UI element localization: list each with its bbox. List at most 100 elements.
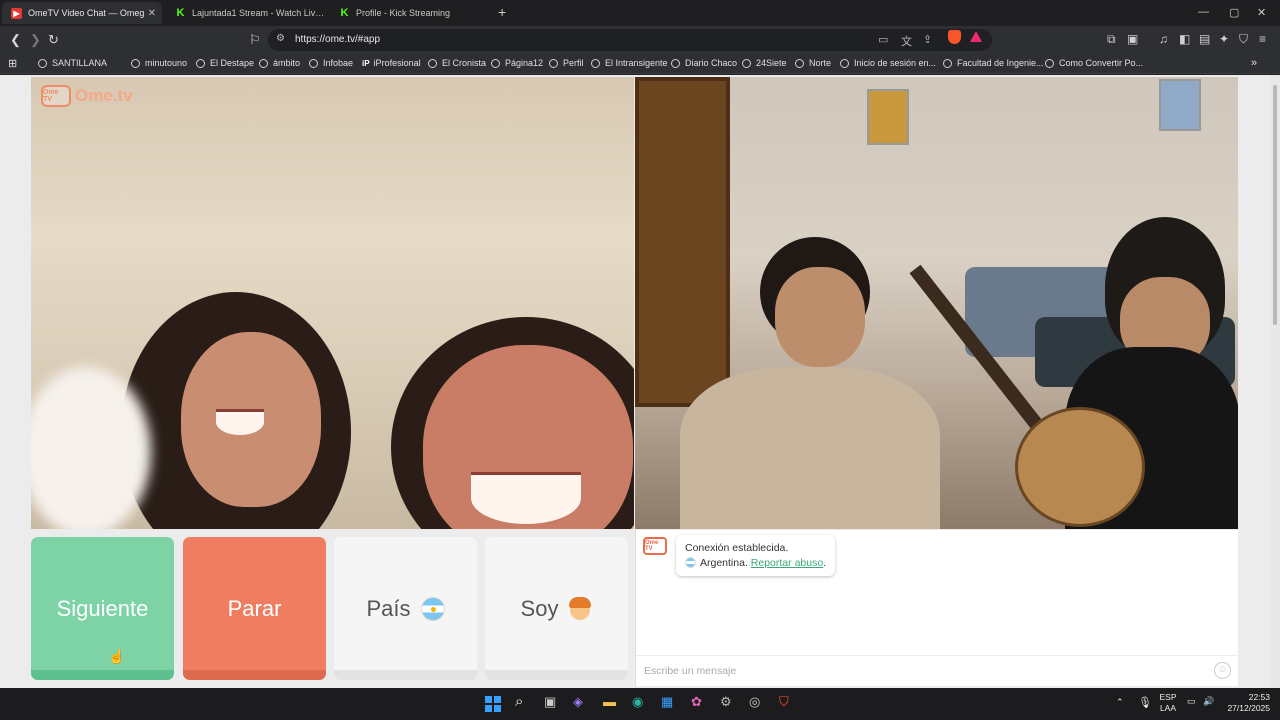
extensions-icon[interactable]: ⧉ <box>1107 32 1116 47</box>
language-code: ESP <box>1159 692 1177 702</box>
globe-icon <box>428 58 437 68</box>
globe-icon <box>742 58 751 68</box>
file-explorer-icon[interactable]: ▬ <box>603 694 616 709</box>
bookmark-diario-chaco[interactable]: Diario Chaco <box>671 58 737 68</box>
brave-rewards-icon[interactable] <box>970 31 982 42</box>
close-window-button[interactable]: ✕ <box>1257 6 1266 19</box>
tab-kick-profile[interactable]: K Profile - Kick Streaming <box>330 2 490 24</box>
ometv-favicon-icon: ▶ <box>11 7 22 19</box>
minimize-button[interactable]: — <box>1198 6 1209 18</box>
new-tab-button[interactable]: + <box>498 5 506 19</box>
globe-icon <box>671 58 680 68</box>
bookmark-el-intransigente[interactable]: El Intransigente <box>591 58 668 68</box>
bookmark-icon[interactable]: ⚐ <box>249 32 261 48</box>
button-shade <box>31 670 174 680</box>
steam-icon[interactable]: ◎ <box>749 694 760 710</box>
logo-text: Ome.tv <box>75 86 133 105</box>
brave-shields-icon[interactable] <box>948 30 961 44</box>
kick-favicon-icon: K <box>340 7 349 19</box>
settings-icon[interactable]: ⚙ <box>720 694 732 710</box>
emoji-icon[interactable]: ☺ <box>1214 662 1231 679</box>
bookmark-perfil[interactable]: Perfil <box>549 58 584 68</box>
show-hidden-icons[interactable]: ⌃ <box>1116 697 1124 708</box>
button-shade <box>183 670 326 680</box>
reload-icon[interactable]: ↻ <box>48 32 59 48</box>
report-suffix: . <box>823 557 827 569</box>
bookmark-iprofesional[interactable]: iP iProfesional <box>362 58 421 68</box>
scrollbar-thumb[interactable] <box>1273 85 1277 325</box>
gender-button-label: Soy <box>520 595 559 621</box>
bookmark-inicio-sesion[interactable]: Inicio de sesión en... <box>840 58 936 68</box>
video-figure <box>635 77 730 407</box>
ometv-tv-icon: Ome TV <box>41 85 71 107</box>
message-input[interactable]: Escribe un mensaje ☺ <box>636 655 1239 686</box>
task-view-icon[interactable]: ▣ <box>544 694 556 710</box>
leo-ai-icon[interactable]: ✦ <box>1219 32 1229 46</box>
translate-icon[interactable]: 文 <box>901 33 912 49</box>
address-bar[interactable]: ⚙ https://ome.tv/#app ▭ 文 ⇪ <box>268 29 992 51</box>
next-button[interactable]: Siguiente <box>31 537 174 680</box>
bookmarks-bar: ⊞ SANTILLANA minutouno El Destape ámbito… <box>0 54 1280 74</box>
bookmark-pagina12[interactable]: Página12 <box>491 58 543 68</box>
page-scrollbar[interactable] <box>1270 75 1280 688</box>
video-figure <box>216 409 264 435</box>
bookmark-facultad[interactable]: Facultad de Ingenie... <box>943 58 1044 68</box>
bookmark-como-convertir[interactable]: Como Convertir Po... <box>1045 58 1143 68</box>
back-icon[interactable]: ❮ <box>10 32 21 48</box>
kick-favicon-icon: K <box>176 7 185 19</box>
microphone-icon[interactable]: 🎙 <box>1138 696 1152 709</box>
cast-icon[interactable]: ▭ <box>878 33 888 46</box>
globe-icon <box>38 58 47 68</box>
mouse-cursor-icon: ☝ <box>108 648 126 664</box>
more-bookmarks-icon[interactable]: » <box>1251 57 1257 69</box>
bookmark-el-cronista[interactable]: El Cronista <box>428 58 486 68</box>
country-button[interactable]: País <box>334 537 477 680</box>
site-settings-icon[interactable]: ⚙ <box>276 33 285 44</box>
brave-taskbar-icon[interactable]: ⛉ <box>779 694 789 710</box>
clock-time: 22:53 <box>1248 692 1270 702</box>
clock-date: 27/12/2025 <box>1227 703 1270 713</box>
tab-label: Profile - Kick Streaming <box>356 8 451 18</box>
start-icon[interactable] <box>485 696 503 712</box>
browser-toolbar: ❮ ❯ ↻ ⚐ ⚙ https://ome.tv/#app ▭ 文 ⇪ ⧉ ▣ … <box>0 26 1280 54</box>
gender-button[interactable]: Soy <box>485 537 628 680</box>
bookmark-santillana[interactable]: SANTILLANA <box>38 58 107 68</box>
chat-panel: Ome TV Conexión establecida. Argentina. … <box>635 530 1239 686</box>
bookmark-el-destape[interactable]: El Destape <box>196 58 254 68</box>
report-abuse-link[interactable]: Reportar abuso <box>751 557 823 569</box>
sidebar-icon[interactable]: ◧ <box>1179 32 1190 46</box>
tab-label: Lajuntada1 Stream - Watch Live on K <box>192 8 326 18</box>
bookmark-24siete[interactable]: 24Siete <box>742 58 787 68</box>
stop-button[interactable]: Parar <box>183 537 326 680</box>
tab-close-icon[interactable]: ✕ <box>148 8 156 19</box>
clock[interactable]: 22:53 27/12/2025 <box>1220 692 1270 714</box>
app-icon[interactable]: ✿ <box>691 694 702 710</box>
globe-icon <box>259 58 268 68</box>
language-indicator[interactable]: ESP LAA <box>1158 692 1178 714</box>
wallet-icon[interactable]: ▣ <box>1127 32 1138 46</box>
network-icon[interactable]: ▭ <box>1187 696 1196 707</box>
copilot-icon[interactable]: ◈ <box>573 694 583 710</box>
wallet-panel-icon[interactable]: ▤ <box>1199 32 1210 46</box>
menu-icon[interactable]: ≡ <box>1259 32 1266 46</box>
url-text[interactable]: https://ome.tv/#app <box>295 34 380 45</box>
volume-icon[interactable]: 🔊 <box>1203 696 1214 707</box>
forward-icon[interactable]: ❯ <box>30 32 41 48</box>
vpn-icon[interactable]: ⛉ <box>1239 32 1248 47</box>
bookmark-norte[interactable]: Norte <box>795 58 831 68</box>
maximize-button[interactable]: ▢ <box>1229 6 1239 19</box>
store-icon[interactable]: ▦ <box>661 694 673 710</box>
share-icon[interactable]: ⇪ <box>923 33 932 46</box>
iprofesional-icon: iP <box>362 58 370 68</box>
globe-icon <box>591 58 600 68</box>
bookmark-infobae[interactable]: Infobae <box>309 58 353 68</box>
bookmark-ambito[interactable]: ámbito <box>259 58 300 68</box>
bookmark-minutouno[interactable]: minutouno <box>131 58 187 68</box>
apps-grid-icon[interactable]: ⊞ <box>8 57 17 70</box>
search-icon[interactable]: ⌕ <box>515 693 523 710</box>
next-button-label: Siguiente <box>56 595 149 621</box>
tab-ometv[interactable]: ▶ OmeTV Video Chat — Omeg ✕ <box>2 2 162 24</box>
edge-icon[interactable]: ◉ <box>632 694 643 710</box>
media-icon[interactable]: ♫ <box>1159 32 1168 46</box>
tab-kick-stream[interactable]: K Lajuntada1 Stream - Watch Live on K <box>166 2 326 24</box>
